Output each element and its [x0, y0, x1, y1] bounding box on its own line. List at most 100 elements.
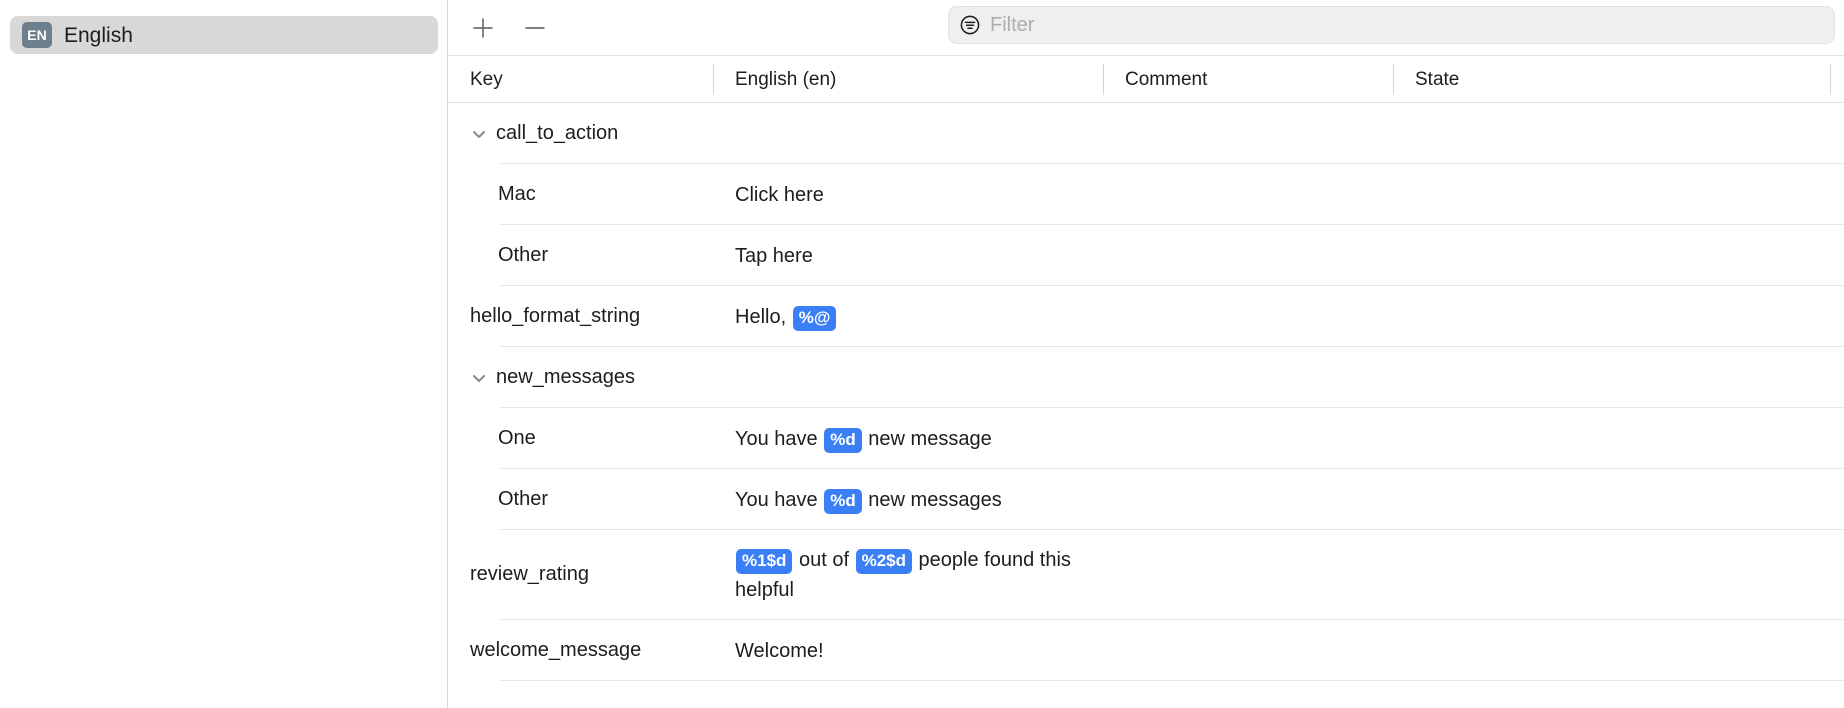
row-state[interactable] — [1393, 408, 1844, 469]
row-key: One — [448, 408, 713, 469]
disclosure-toggle[interactable] — [470, 125, 496, 143]
row-state[interactable] — [1393, 347, 1844, 408]
minus-icon — [525, 27, 545, 29]
row-key: hello_format_string — [448, 286, 713, 347]
table-row[interactable]: hello_format_string Hello, %@ — [448, 286, 1844, 347]
row-value-text: Click here — [735, 165, 824, 225]
row-key: review_rating — [448, 530, 713, 618]
format-token: %d — [824, 427, 862, 453]
row-value[interactable] — [713, 347, 1103, 408]
table-row[interactable]: review_rating %1$d out of %2$d people fou… — [448, 530, 1844, 620]
row-key-label: Mac — [498, 183, 536, 205]
row-comment[interactable] — [1103, 347, 1393, 408]
row-key-label: Other — [498, 244, 549, 266]
row-key: welcome_message — [448, 620, 713, 681]
row-comment[interactable] — [1103, 225, 1393, 286]
column-header-comment[interactable]: Comment — [1103, 56, 1393, 103]
strings-main-pane: Filter Key English (en) Comment State ca… — [448, 0, 1844, 708]
row-key: Other — [448, 469, 713, 530]
chevron-down-icon[interactable] — [470, 369, 488, 387]
row-value[interactable]: Hello, %@ — [713, 286, 1103, 347]
format-token: %1$d — [736, 549, 793, 574]
group-row-key: new_messages — [448, 347, 713, 408]
row-value-text: Tap here — [735, 226, 813, 286]
value-text-segment: Hello, — [735, 305, 792, 328]
table-row[interactable]: One You have %d new message — [448, 408, 1844, 469]
format-token: %2$d — [855, 549, 912, 574]
row-value[interactable]: You have %d new message — [713, 408, 1103, 469]
row-comment[interactable] — [1103, 164, 1393, 225]
row-state[interactable] — [1393, 469, 1844, 530]
group-row-key: call_to_action — [448, 103, 713, 164]
row-value[interactable]: Tap here — [713, 225, 1103, 286]
format-token: %@ — [792, 305, 837, 331]
value-text-segment: You have — [735, 427, 824, 450]
row-key-label: new_messages — [496, 366, 635, 388]
table-row[interactable]: Other You have %d new messages — [448, 469, 1844, 530]
value-text-segment: Welcome! — [735, 639, 824, 662]
row-key-label: review_rating — [470, 562, 589, 585]
row-key-label: welcome_message — [470, 639, 642, 661]
row-key-label: Other — [498, 488, 549, 510]
row-value[interactable]: You have %d new messages — [713, 469, 1103, 530]
table-column-headers: Key English (en) Comment State — [448, 56, 1844, 103]
table-row[interactable]: Mac Click here — [448, 164, 1844, 225]
row-value-text: You have %d new message — [735, 409, 992, 469]
column-header-value[interactable]: English (en) — [713, 56, 1103, 103]
row-value-text: Hello, %@ — [735, 287, 837, 347]
row-comment[interactable] — [1103, 286, 1393, 347]
column-header-key[interactable]: Key — [448, 56, 713, 103]
row-key: Mac — [448, 164, 713, 225]
row-separator — [500, 680, 1844, 681]
value-text-segment: You have — [735, 488, 824, 511]
table-row[interactable]: call_to_action — [448, 103, 1844, 164]
row-key-label: One — [498, 427, 536, 449]
format-token: %d — [824, 488, 862, 514]
column-header-state[interactable]: State — [1393, 56, 1844, 103]
row-state[interactable] — [1393, 225, 1844, 286]
row-value-text: %1$d out of %2$d people found this helpf… — [735, 530, 1103, 620]
row-value-text: Welcome! — [735, 621, 824, 681]
value-text-segment: Click here — [735, 183, 824, 206]
filter-icon — [960, 15, 980, 35]
row-value[interactable] — [713, 103, 1103, 164]
row-comment[interactable] — [1103, 408, 1393, 469]
row-value-text: You have %d new messages — [735, 470, 1002, 530]
disclosure-toggle[interactable] — [470, 369, 496, 387]
row-state[interactable] — [1393, 530, 1844, 591]
table-row[interactable]: new_messages — [448, 347, 1844, 408]
value-text-segment: Tap here — [735, 244, 813, 267]
language-code-badge: EN — [22, 22, 52, 48]
row-value[interactable]: Click here — [713, 164, 1103, 225]
plus-icon — [473, 18, 493, 38]
filter-placeholder: Filter — [990, 14, 1035, 36]
languages-sidebar: EN English — [0, 0, 448, 708]
row-state[interactable] — [1393, 286, 1844, 347]
value-text-segment: new messages — [862, 488, 1002, 511]
row-key-label: hello_format_string — [470, 305, 641, 327]
sidebar-item-english[interactable]: EN English — [10, 16, 438, 54]
filter-field[interactable]: Filter — [948, 6, 1835, 44]
chevron-down-icon[interactable] — [470, 125, 488, 143]
string-catalog-window: EN English Filter Key English (en) Comme… — [0, 0, 1844, 708]
table-row[interactable]: welcome_message Welcome! — [448, 620, 1844, 681]
column-header-end-divider — [1830, 64, 1831, 95]
table-row[interactable]: Other Tap here — [448, 225, 1844, 286]
row-comment[interactable] — [1103, 530, 1393, 591]
row-value[interactable]: Welcome! — [713, 620, 1103, 681]
value-text-segment: new message — [862, 427, 992, 450]
row-comment[interactable] — [1103, 469, 1393, 530]
filter-field-container: Filter — [948, 6, 1835, 44]
row-value[interactable]: %1$d out of %2$d people found this helpf… — [713, 530, 1103, 620]
row-key: Other — [448, 225, 713, 286]
remove-string-button[interactable] — [509, 2, 561, 54]
add-string-button[interactable] — [457, 2, 509, 54]
row-state[interactable] — [1393, 103, 1844, 164]
table-toolbar: Filter — [448, 0, 1844, 56]
row-comment[interactable] — [1103, 103, 1393, 164]
row-state[interactable] — [1393, 620, 1844, 681]
row-comment[interactable] — [1103, 620, 1393, 681]
row-key-label: call_to_action — [496, 122, 619, 144]
row-state[interactable] — [1393, 164, 1844, 225]
strings-table-body: call_to_action Mac Click here Other Tap here… — [448, 103, 1844, 708]
